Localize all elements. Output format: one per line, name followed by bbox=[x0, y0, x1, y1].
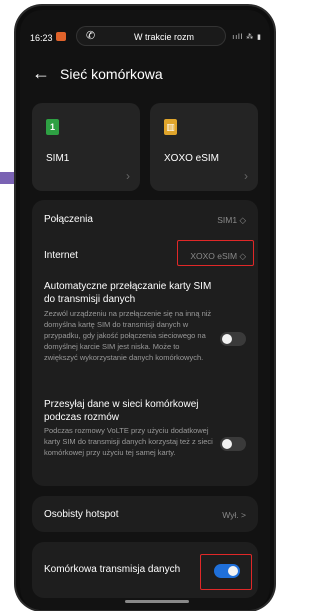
hotspot-row[interactable]: Osobisty hotspot Wył. > bbox=[32, 496, 258, 532]
hotspot-value: Wył. > bbox=[222, 510, 246, 520]
signal-battery-icon: ııll ⁂ ▮ bbox=[232, 34, 262, 41]
esim-icon: ▥ bbox=[164, 119, 177, 135]
hotspot-label: Osobisty hotspot bbox=[44, 509, 119, 520]
sim1-icon: 1 bbox=[46, 119, 59, 135]
arrow-left-icon[interactable]: ← bbox=[32, 64, 50, 82]
home-indicator[interactable] bbox=[125, 600, 189, 603]
auto-switch-desc: Zezwól urządzeniu na przełączenie się na… bbox=[44, 309, 212, 362]
status-bar: 16:23 ✆ W trakcie rozm ııll ⁂ ▮ bbox=[20, 10, 270, 46]
data-during-calls-desc: Podczas rozmowy VoLTE przy użyciu dodatk… bbox=[44, 426, 213, 457]
data-during-calls-title: Przesyłaj dane w sieci komórkowej podcza… bbox=[44, 399, 199, 423]
page-title: Sieć komórkowa bbox=[60, 66, 163, 82]
internet-row[interactable]: Internet XOXO eSIM ◇ bbox=[32, 236, 258, 272]
sim-name: SIM1 bbox=[46, 153, 70, 164]
call-status-text: W trakcie rozm bbox=[134, 32, 195, 42]
auto-switch-row[interactable]: Automatyczne przełączanie karty SIM do t… bbox=[32, 272, 258, 392]
sim-card-esim[interactable]: ▥ XOXO eSIM › bbox=[150, 103, 258, 191]
highlight-box bbox=[200, 554, 252, 590]
mobile-data-card[interactable]: Komórkowa transmisja danych bbox=[32, 542, 258, 598]
ongoing-call-pill[interactable]: ✆ W trakcie rozm bbox=[76, 26, 226, 46]
auto-switch-toggle[interactable] bbox=[220, 332, 246, 346]
phone-call-icon: ✆ bbox=[86, 30, 96, 42]
sim-name: XOXO eSIM bbox=[164, 153, 220, 164]
screen: 16:23 ✆ W trakcie rozm ııll ⁂ ▮ ← Sieć k… bbox=[20, 10, 270, 610]
calls-value: SIM1 ◇ bbox=[217, 215, 246, 225]
highlight-box bbox=[177, 240, 254, 266]
notification-app-icon bbox=[56, 32, 66, 41]
sim-settings-card: Połączenia SIM1 ◇ Internet XOXO eSIM ◇ A… bbox=[32, 200, 258, 486]
hotspot-inner: Osobisty hotspot Wył. > bbox=[32, 496, 258, 532]
data-during-calls-toggle[interactable] bbox=[220, 437, 246, 451]
chevron-right-icon: › bbox=[244, 169, 248, 183]
page-header: ← Sieć komórkowa bbox=[20, 62, 270, 92]
phone-frame: 16:23 ✆ W trakcie rozm ııll ⁂ ▮ ← Sieć k… bbox=[16, 6, 274, 610]
mobile-data-inner: Komórkowa transmisja danych bbox=[32, 542, 258, 598]
calls-row[interactable]: Połączenia SIM1 ◇ bbox=[32, 200, 258, 236]
internet-label: Internet bbox=[44, 250, 78, 261]
mobile-data-label: Komórkowa transmisja danych bbox=[44, 564, 181, 575]
data-during-calls-row[interactable]: Przesyłaj dane w sieci komórkowej podcza… bbox=[32, 392, 258, 486]
chevron-right-icon: › bbox=[126, 169, 130, 183]
sim-card-sim1[interactable]: 1 SIM1 › bbox=[32, 103, 140, 191]
calls-label: Połączenia bbox=[44, 214, 93, 225]
auto-switch-title: Automatyczne przełączanie karty SIM do t… bbox=[44, 281, 212, 305]
status-time: 16:23 bbox=[30, 33, 53, 43]
